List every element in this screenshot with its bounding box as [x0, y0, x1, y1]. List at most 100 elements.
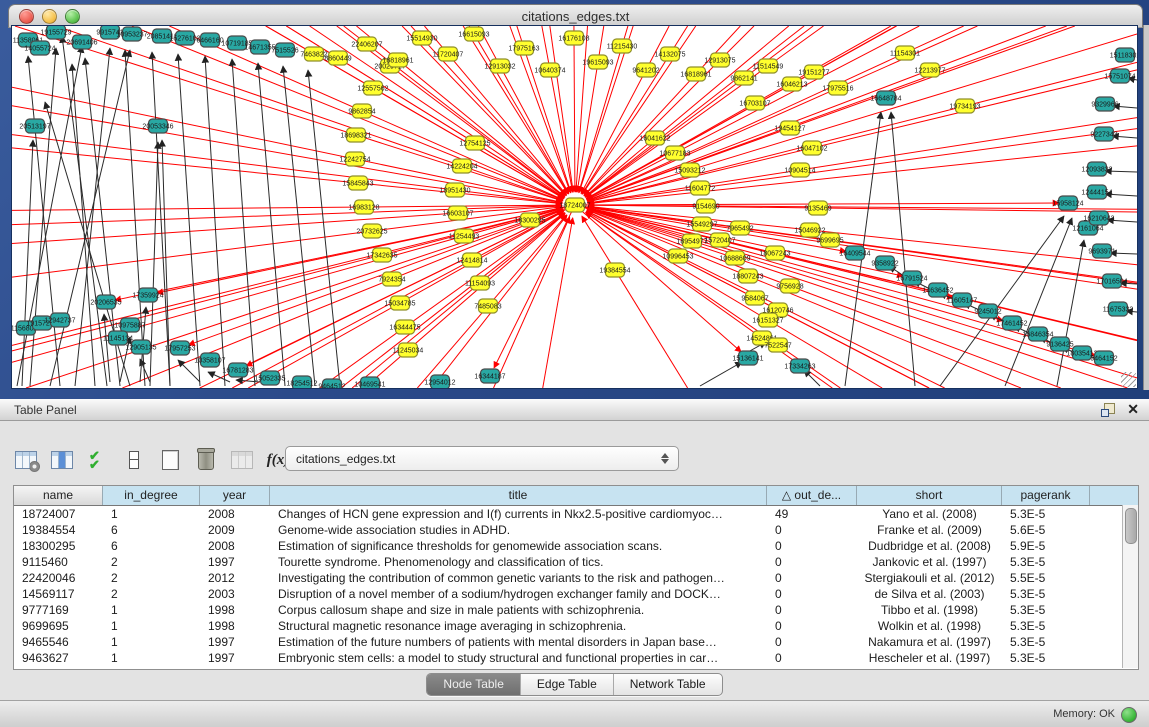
memory-status-indicator [1121, 707, 1137, 723]
table-tabs-bar: Node TableEdge TableNetwork Table [0, 673, 1149, 696]
tab-network-table[interactable]: Network Table [614, 674, 722, 695]
close-panel-icon[interactable]: ✕ [1127, 402, 1139, 416]
graph-node-label: 12954012 [424, 380, 455, 387]
resize-grip[interactable] [1121, 372, 1136, 387]
graph-node-label: 16344187 [474, 374, 505, 381]
graph-node-label: 17359924 [132, 293, 163, 300]
table-body: 1872400712008Changes of HCN gene express… [14, 506, 1138, 666]
graph-node-label: 15093212 [674, 168, 705, 175]
column-header-in_degree[interactable]: in_degree [103, 486, 200, 505]
table-settings-icon[interactable] [14, 448, 38, 472]
graph-node-label: 14224204 [446, 164, 477, 171]
cell-name: 22420046 [14, 570, 103, 586]
graph-node-label: 16781283 [222, 368, 253, 375]
cell-name: 19384554 [14, 522, 103, 538]
scrollbar-thumb[interactable] [1125, 508, 1137, 544]
column-header-year[interactable]: year [200, 486, 270, 505]
graph-node-label: 16983128 [348, 205, 379, 212]
tab-edge-table[interactable]: Edge Table [521, 674, 614, 695]
table-panel-header: Table Panel ✕ [0, 399, 1149, 421]
network-window: citations_edges.txt 11358061191557291405… [0, 0, 1149, 399]
table-row[interactable]: 911546021997Tourette syndrome. Phenomeno… [14, 554, 1138, 570]
tab-node-table[interactable]: Node Table [427, 674, 521, 695]
table-row[interactable]: 1456911722003Disruption of a novel membe… [14, 586, 1138, 602]
graph-node-label: 11605147 [947, 298, 978, 305]
cell-short: Stergiakouli et al. (2012) [857, 570, 1002, 586]
network-canvas[interactable]: 1135806119155729140557242069140699157411… [12, 26, 1137, 388]
cell-pagerank: 5.3E-5 [1002, 602, 1090, 618]
graph-node-label: 16047102 [796, 146, 827, 153]
column-header-out_de[interactable]: △ out_de... [767, 486, 857, 505]
column-header-title[interactable]: title [270, 486, 767, 505]
table-header-row: namein_degreeyeartitle△ out_de...shortpa… [14, 486, 1138, 506]
graph-node-label: 12913032 [484, 64, 515, 71]
cell-short: Nakamura et al. (1997) [857, 634, 1002, 650]
cell-in_degree: 1 [103, 602, 200, 618]
graph-node-label: 16041622 [639, 136, 670, 143]
table-vertical-scrollbar[interactable] [1122, 505, 1138, 668]
delete-table-icon[interactable] [194, 448, 218, 472]
graph-node-label: 15052335 [254, 376, 285, 383]
graph-node-label: 10975887 [114, 323, 145, 330]
graph-node-label: 19151277 [798, 70, 829, 77]
memory-status-label: Memory: OK [1053, 708, 1115, 720]
graph-node-label: 9584067 [741, 296, 768, 303]
graph-node-label: 11215430 [607, 44, 638, 51]
network-window-titlebar[interactable]: citations_edges.txt [8, 4, 1143, 28]
graph-node-label: 17975163 [508, 46, 539, 53]
graph-node-label: 9464152 [1090, 356, 1117, 363]
table-row[interactable]: 977716911998Corpus callosum shape and si… [14, 602, 1138, 618]
graph-node-label: 11254493 [449, 234, 480, 241]
table-panel-title: Table Panel [14, 403, 77, 417]
graph-node-label: 20732625 [356, 229, 387, 236]
cell-name: 14569117 [14, 586, 103, 602]
table-row[interactable]: 1938455462009Genome-wide association stu… [14, 522, 1138, 538]
select-attributes-icon[interactable]: ✔✔ [86, 448, 110, 472]
column-header-name[interactable]: name [14, 486, 103, 505]
dropdown-stepper-icon [656, 453, 674, 464]
cell-name: 18724007 [14, 506, 103, 522]
table-row[interactable]: 946554611997Estimation of the future num… [14, 634, 1138, 650]
cell-title: Estimation of the future numbers of pati… [270, 634, 767, 650]
graph-node-label: 11514549 [753, 64, 784, 71]
row-height-icon[interactable] [122, 448, 146, 472]
graph-node-label: 19615093 [582, 60, 613, 67]
graph-node-label: 15118302 [1110, 53, 1137, 60]
float-panel-icon[interactable] [1101, 403, 1115, 416]
graph-node-label: 14055724 [24, 46, 55, 53]
column-header-short[interactable]: short [857, 486, 1002, 505]
graph-node-label: 15751074 [1104, 74, 1135, 81]
graph-node-label: 12557562 [357, 86, 388, 93]
table-row[interactable]: 969969511998Structural magnetic resonanc… [14, 618, 1138, 634]
cell-short: Yano et al. (2008) [857, 506, 1002, 522]
graph-node-label: 18954977 [676, 239, 707, 246]
cell-title: Corpus callosum shape and size in male p… [270, 602, 767, 618]
graph-node-label: 16648784 [870, 96, 901, 103]
graph-node-label: 18254512 [286, 381, 317, 388]
graph-node-label: 17342635 [366, 253, 397, 260]
table-panel-body: ✔✔ f(x) citations_edges.txt namein_degre… [0, 421, 1149, 700]
graph-node-label: 19384554 [599, 268, 630, 275]
graph-node-label: 17957253 [164, 346, 195, 353]
graph-node-label: 12444154 [1081, 190, 1112, 197]
table-row[interactable]: 1872400712008Changes of HCN gene express… [14, 506, 1138, 522]
graph-node-label: 15034785 [384, 301, 415, 308]
graph-node-label: 16176108 [558, 36, 589, 43]
cell-in_degree: 6 [103, 538, 200, 554]
graph-node-label: 7965492 [726, 226, 753, 233]
cell-out_de: 0 [767, 650, 857, 666]
cell-year: 2008 [200, 538, 270, 554]
table-row[interactable]: 1830029562008Estimation of significance … [14, 538, 1138, 554]
column-selector-icon[interactable] [50, 448, 74, 472]
graph-node-label: 7522547 [764, 343, 791, 350]
table-row[interactable]: 946362711997Embryonic stem cells: a mode… [14, 650, 1138, 666]
table-row[interactable]: 2242004622012Investigating the contribut… [14, 570, 1138, 586]
column-header-pagerank[interactable]: pagerank [1002, 486, 1090, 505]
table-toolbar: ✔✔ f(x) [14, 445, 290, 475]
graph-node-label: 12905135 [125, 345, 156, 352]
new-table-icon[interactable] [158, 448, 182, 472]
graph-node-label: 9227343 [1090, 132, 1117, 139]
graph-node-label: 11720407 [433, 52, 464, 59]
table-selector-dropdown[interactable]: citations_edges.txt [285, 446, 679, 471]
graph-node-label: 12242754 [339, 157, 370, 164]
